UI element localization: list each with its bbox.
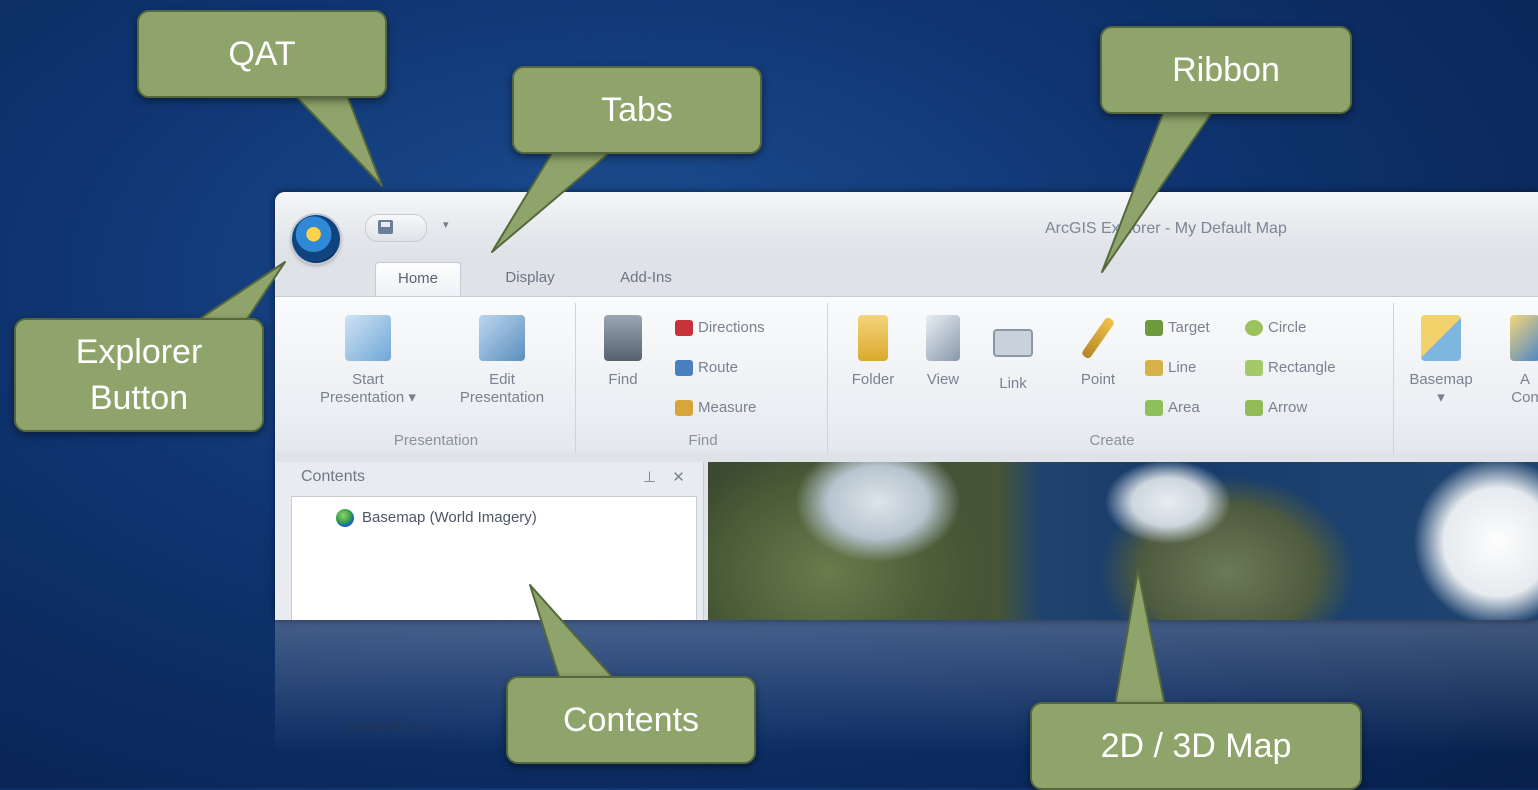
map-callout: 2D / 3D Map — [1030, 702, 1362, 790]
contents-callout-tail — [529, 584, 616, 681]
explorer-callout-tail — [194, 261, 286, 323]
explorer-button-callout: Explorer Button — [14, 318, 264, 432]
ribbon-callout-tail — [1101, 107, 1216, 273]
tabs-callout-tail — [491, 147, 616, 253]
contents-callout: Contents — [506, 676, 756, 764]
tabs-callout: Tabs — [512, 66, 762, 154]
map-callout-tail — [1114, 569, 1166, 707]
ribbon-callout: Ribbon — [1100, 26, 1352, 114]
qat-callout-tail — [289, 89, 383, 187]
qat-callout: QAT — [137, 10, 387, 98]
